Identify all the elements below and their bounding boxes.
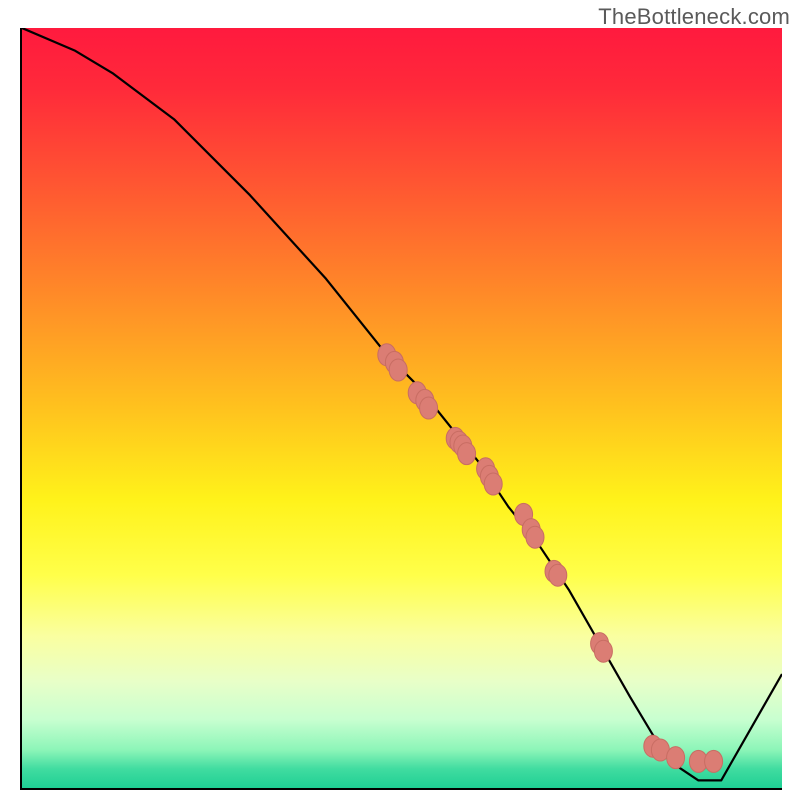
data-point xyxy=(594,640,612,662)
data-point xyxy=(458,443,476,465)
plot-area xyxy=(20,28,782,790)
chart-overlay xyxy=(22,28,782,788)
data-point xyxy=(420,397,438,419)
data-point-group xyxy=(378,344,723,773)
data-point xyxy=(705,750,723,772)
data-point xyxy=(526,526,544,548)
data-point xyxy=(484,473,502,495)
data-point xyxy=(549,564,567,586)
data-point xyxy=(667,747,685,769)
chart-stage: TheBottleneck.com xyxy=(0,0,800,800)
bottleneck-curve xyxy=(22,28,782,780)
data-point xyxy=(389,359,407,381)
watermark-text: TheBottleneck.com xyxy=(598,4,790,30)
